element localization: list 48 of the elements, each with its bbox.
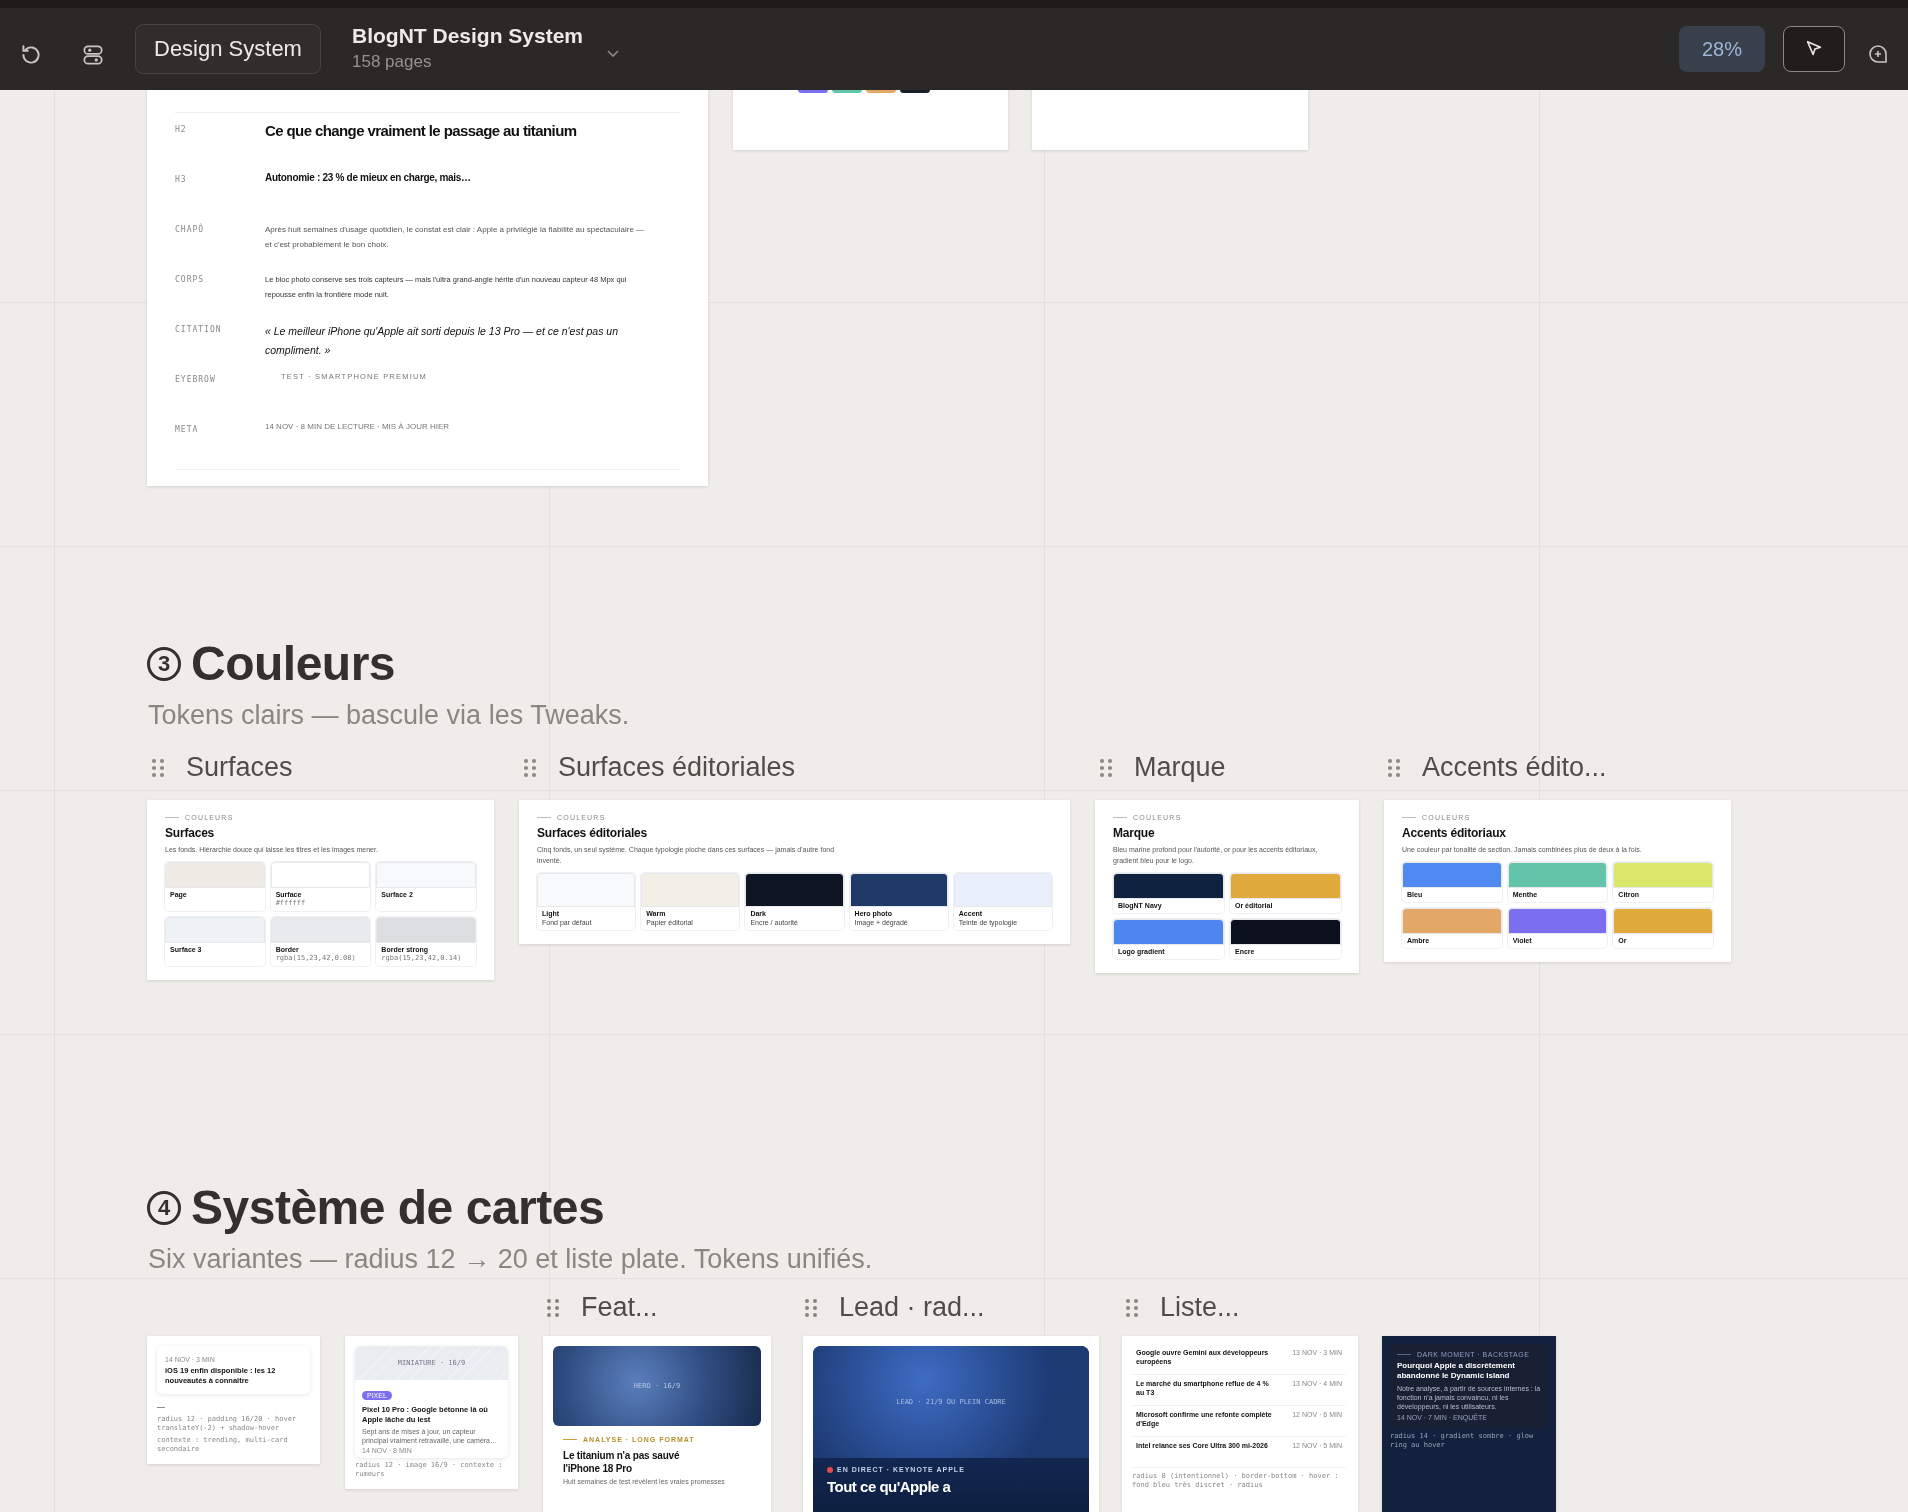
section-title: Couleurs bbox=[191, 636, 396, 691]
drag-handle-icon[interactable] bbox=[1386, 756, 1402, 779]
frame-label[interactable]: Liste... bbox=[1160, 1292, 1240, 1323]
zoom-button[interactable]: 28% bbox=[1679, 26, 1765, 72]
document-title: BlogNT Design System bbox=[352, 24, 584, 48]
drag-handle-icon[interactable] bbox=[545, 1296, 561, 1319]
separator-text: — bbox=[157, 1402, 166, 1411]
frame-label[interactable]: Lead · rad... bbox=[839, 1292, 985, 1323]
drag-handle-icon[interactable] bbox=[522, 756, 538, 779]
card-title: Surfaces éditoriales bbox=[537, 826, 649, 840]
frame-label[interactable]: Surfaces bbox=[186, 752, 293, 783]
style-label: META bbox=[175, 424, 200, 436]
drag-handle-icon[interactable] bbox=[1124, 1296, 1140, 1319]
article-title: Le titanium n'a pas sauvé l'iPhone 18 Pro bbox=[563, 1449, 681, 1475]
style-label: EYEBROW bbox=[175, 374, 217, 386]
comment-icon[interactable] bbox=[1866, 42, 1890, 66]
style-label: H2 bbox=[175, 124, 188, 136]
drag-handle-icon[interactable] bbox=[803, 1296, 819, 1319]
style-label: H3 bbox=[175, 174, 188, 186]
card-title: Accents éditoriaux bbox=[1402, 826, 1507, 840]
article-title: Tout ce qu'Apple a bbox=[827, 1478, 952, 1495]
article-title: Pourquoi Apple a discrètement abandonné le Dynamic Island bbox=[1397, 1361, 1516, 1381]
section-number: 3 bbox=[147, 646, 181, 681]
page-count: 158 pages bbox=[352, 52, 432, 72]
type-sample: Ce que change vraiment le passage au titanium bbox=[265, 122, 578, 141]
drag-handle-icon[interactable] bbox=[1098, 756, 1114, 779]
live-dot-icon bbox=[827, 1466, 833, 1473]
style-label: CITATION bbox=[175, 324, 223, 336]
chevron-down-icon[interactable] bbox=[605, 48, 621, 60]
card-title: Surfaces bbox=[165, 826, 216, 840]
section-number: 4 bbox=[147, 1190, 181, 1225]
frame-label[interactable]: Feat... bbox=[581, 1292, 658, 1323]
type-sample: « Le meilleur iPhone qu'Apple ait sorti depuis le 13 Pro — et ce n'est pas un compliment. » bbox=[265, 324, 620, 358]
section-title: Système de cartes bbox=[191, 1180, 605, 1235]
section-subtitle: Six variantes — radius 12 → 20 et liste plate. Tokens unifiés. bbox=[148, 1244, 873, 1275]
pointer-tool-button[interactable] bbox=[1783, 26, 1845, 72]
style-label: CHAPÔ bbox=[175, 222, 206, 236]
frame-label[interactable]: Marque bbox=[1134, 752, 1226, 783]
section-subtitle: Tokens clairs — bascule via les Tweaks. bbox=[148, 700, 630, 731]
card-title: Marque bbox=[1113, 826, 1156, 840]
type-sample: Autonomie : 23 % de mieux en charge, mais… bbox=[265, 172, 472, 185]
type-sample: Après huit semaines d'usage quotidien, le constat est clair : Apple a privilégié la fiabilité au spectaculaire — et c'est probablement le bon choix. bbox=[265, 224, 645, 251]
type-sample: 14 NOV · 8 MIN DE LECTURE · MIS À JOUR HIER bbox=[265, 422, 451, 433]
file-button[interactable]: Design System bbox=[135, 24, 321, 74]
style-label: CORPS bbox=[175, 274, 206, 286]
drag-handle-icon[interactable] bbox=[150, 756, 166, 779]
frame-label[interactable]: Accents édito... bbox=[1422, 752, 1607, 783]
frame-label[interactable]: Surfaces éditoriales bbox=[558, 752, 796, 783]
